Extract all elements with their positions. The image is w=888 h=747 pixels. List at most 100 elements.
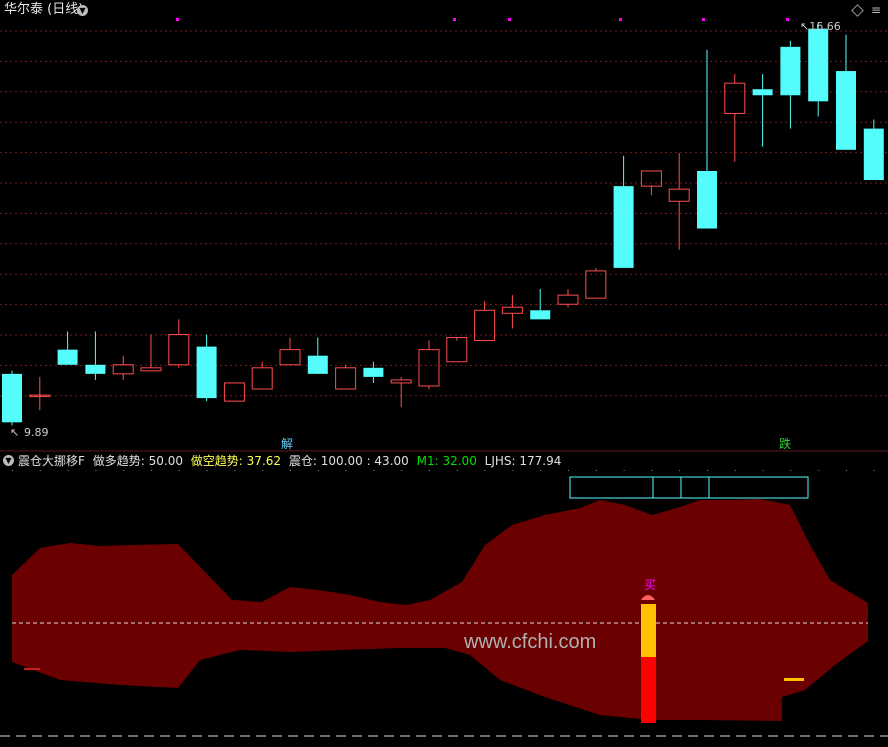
indicator-pane[interactable] (0, 470, 888, 737)
candle-body (279, 349, 301, 366)
marker-dot (786, 18, 789, 21)
candle-body (196, 346, 217, 399)
candle[interactable] (112, 355, 134, 380)
candle-body (780, 46, 801, 96)
tick-dot (317, 470, 319, 471)
candle[interactable] (780, 40, 801, 129)
candle-body (251, 367, 273, 390)
candle[interactable] (697, 49, 717, 229)
candle-body (474, 309, 496, 342)
candle-body (808, 28, 829, 102)
chevron-down-icon[interactable]: ▼ (3, 455, 14, 466)
candle[interactable] (446, 337, 468, 363)
legend-zhen-cang-label: 震仓: (288, 454, 317, 468)
tick-dot (456, 470, 458, 471)
candle[interactable] (863, 119, 884, 181)
candle[interactable] (57, 331, 78, 365)
candle[interactable] (752, 74, 773, 147)
candle-body (557, 294, 579, 305)
tick-dot (95, 470, 97, 471)
tick-dot (12, 470, 13, 471)
candle[interactable] (613, 155, 634, 268)
legend-zuo-kong-value: 37.62 (246, 454, 282, 468)
legend-ljhs-label: LJHS: (484, 454, 516, 468)
tick-dot (790, 470, 792, 471)
candle[interactable] (223, 382, 245, 402)
legend-zuo-kong-label: 做空趋势: (190, 454, 243, 468)
candle-body (752, 89, 773, 96)
legend-zuo-duo-label: 做多趋势: (92, 454, 145, 468)
tick-dot (151, 470, 152, 471)
candle-body (863, 128, 884, 181)
candle-body (640, 170, 662, 187)
candle[interactable] (168, 319, 190, 368)
candle[interactable] (501, 295, 523, 329)
tick-dot (818, 470, 820, 471)
tick-dot (123, 470, 125, 471)
candle-body (363, 367, 384, 377)
candlestick-series[interactable] (2, 22, 888, 426)
tick-dot (707, 470, 708, 471)
cyan-box (569, 476, 809, 499)
indicator-name: 震仓大挪移F (18, 454, 85, 468)
candle-body (585, 270, 607, 299)
tick-dot (568, 470, 569, 471)
arrow-icon: ↖ (10, 426, 20, 439)
candle[interactable] (29, 376, 51, 411)
candle[interactable] (808, 22, 829, 117)
candle-body (307, 355, 328, 374)
tick-dot (623, 470, 625, 471)
candle-body (697, 170, 717, 229)
tick-dot (873, 470, 875, 471)
chevron-down-icon[interactable]: ▼ (77, 5, 88, 16)
candle-body (57, 349, 78, 365)
menu-icon[interactable]: ≡ (871, 3, 881, 17)
tick-dot (595, 470, 597, 471)
candle[interactable] (530, 289, 551, 320)
legend-m1-value: 32.00 (442, 454, 477, 468)
tick-dot (234, 470, 236, 471)
candle-body (223, 382, 245, 402)
price-grid (0, 30, 888, 397)
top-marker-dots (176, 18, 789, 21)
legend-m1-label: M1: (416, 454, 439, 468)
tick-dot (401, 470, 403, 471)
legend-value-43: : 43.00 (366, 454, 409, 468)
tick-dot (39, 470, 41, 471)
signal-tag-die: 跌 (779, 437, 792, 451)
candle[interactable] (585, 267, 607, 299)
watermark: www.cfchi.com (464, 631, 597, 653)
tick-dot (846, 470, 847, 471)
small-marker (24, 668, 40, 670)
tick-dot (762, 470, 764, 471)
candle[interactable] (557, 289, 579, 308)
tick-dot (290, 470, 291, 471)
tick-dot (206, 470, 208, 471)
candle[interactable] (2, 370, 22, 426)
chart-canvas[interactable] (0, 0, 888, 747)
legend-zhen-cang-value: 100.00 (320, 454, 363, 468)
candle-body (2, 373, 22, 423)
candle[interactable] (85, 331, 106, 380)
candle-body (390, 379, 412, 384)
candle[interactable] (279, 337, 301, 366)
candle[interactable] (335, 364, 357, 390)
candle[interactable] (418, 340, 440, 390)
tick-dot (429, 470, 430, 471)
candle[interactable] (196, 334, 217, 402)
candle[interactable] (668, 152, 690, 250)
buy-signal-tag: 买 (644, 578, 657, 592)
candle[interactable] (390, 376, 412, 408)
buy-bar-red (641, 657, 656, 723)
candle-body (85, 364, 106, 374)
buy-bar-yellow (641, 604, 656, 657)
stock-title[interactable]: 华尔泰 (日线) (4, 3, 83, 17)
marker-dot (702, 18, 705, 21)
candle[interactable] (836, 34, 856, 150)
candle[interactable] (140, 334, 162, 372)
candle[interactable] (307, 337, 328, 374)
candle-body (836, 71, 856, 150)
candle[interactable] (724, 74, 746, 162)
candle-body (140, 367, 162, 372)
tick-dot (734, 470, 736, 471)
